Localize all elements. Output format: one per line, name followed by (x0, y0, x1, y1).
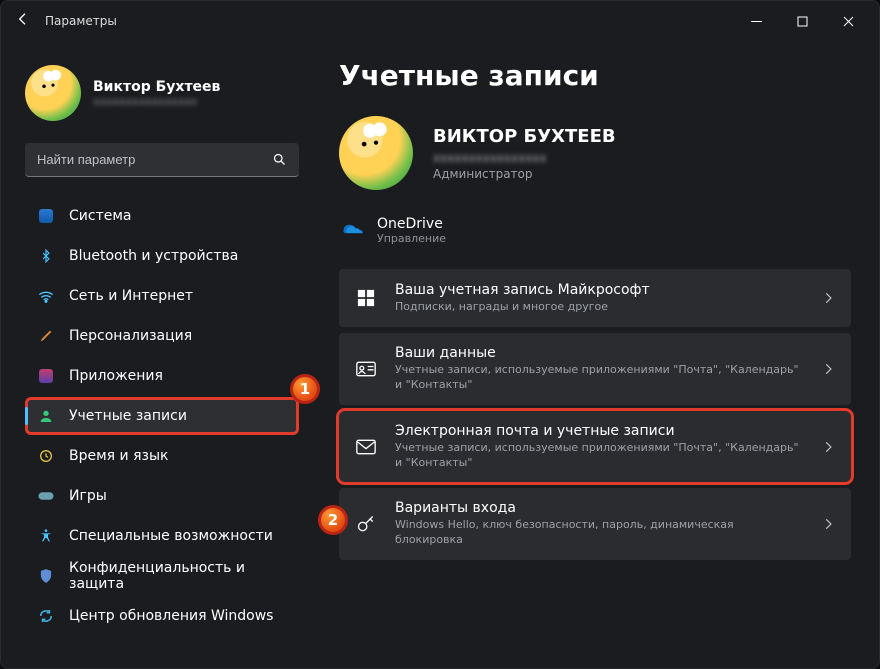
account-role: Администратор (433, 167, 616, 181)
sidebar-item-update[interactable]: Центр обновления Windows (25, 597, 299, 635)
accessibility-icon (37, 527, 55, 545)
main-panel: Учетные записи ВИКТОР БУХТЕЕВ xxxxxxxxxx… (311, 41, 879, 668)
account-hero: ВИКТОР БУХТЕЕВ xxxxxxxxxxxxxxxx Админист… (339, 116, 851, 190)
update-icon (37, 607, 55, 625)
nav-label: Учетные записи (69, 408, 187, 424)
nav-label: Система (69, 208, 131, 224)
card-your-data[interactable]: Ваши данные Учетные записи, используемые… (339, 333, 851, 405)
card-title: Варианты входа (395, 500, 803, 516)
nav-label: Конфиденциальность и защита (69, 560, 287, 592)
back-button[interactable] (15, 11, 31, 31)
card-title: Электронная почта и учетные записи (395, 423, 803, 439)
apps-icon (37, 367, 55, 385)
sidebar-item-apps[interactable]: Приложения (25, 357, 299, 395)
key-icon (355, 513, 377, 535)
window-controls (733, 5, 871, 37)
chevron-right-icon (821, 362, 835, 376)
sidebar-item-accessibility[interactable]: Специальные возможности (25, 517, 299, 555)
avatar-icon (339, 116, 413, 190)
onedrive-sub: Управление (377, 232, 446, 245)
sidebar-item-games[interactable]: Игры (25, 477, 299, 515)
profile-name: Виктор Бухтеев (93, 79, 220, 95)
sidebar-item-system[interactable]: Система (25, 197, 299, 235)
sidebar-item-bluetooth[interactable]: Bluetooth и устройства (25, 237, 299, 275)
sidebar-item-time[interactable]: Время и язык (25, 437, 299, 475)
bluetooth-icon (37, 247, 55, 265)
id-icon (355, 358, 377, 380)
grid-icon (355, 287, 377, 309)
card-sub: Windows Hello, ключ безопасности, пароль… (395, 518, 803, 548)
profile-block[interactable]: Виктор Бухтеев xxxxxxxxxxxxxxxx (25, 65, 299, 121)
nav-label: Bluetooth и устройства (69, 248, 238, 264)
nav-label: Центр обновления Windows (69, 608, 273, 624)
account-email: xxxxxxxxxxxxxxxx (433, 151, 616, 165)
titlebar: Параметры (1, 1, 879, 41)
card-sub: Учетные записи, используемые приложениям… (395, 363, 803, 393)
close-button[interactable] (825, 5, 871, 37)
sidebar-item-privacy[interactable]: Конфиденциальность и защита (25, 557, 299, 595)
maximize-button[interactable] (779, 5, 825, 37)
card-email-accounts[interactable]: Электронная почта и учетные записи Учетн… (339, 411, 851, 483)
content: Виктор Бухтеев xxxxxxxxxxxxxxxx Система … (1, 41, 879, 668)
display-icon (37, 207, 55, 225)
nav-label: Специальные возможности (69, 528, 273, 544)
card-signin-options[interactable]: Варианты входа Windows Hello, ключ безоп… (339, 488, 851, 560)
clock-icon (37, 447, 55, 465)
account-name: ВИКТОР БУХТЕЕВ (433, 126, 616, 147)
nav-label: Сеть и Интернет (69, 288, 193, 304)
brush-icon (37, 327, 55, 345)
chevron-right-icon (821, 440, 835, 454)
window-title: Параметры (45, 14, 117, 28)
settings-cards: Ваша учетная запись Майкрософт Подписки,… (339, 269, 851, 560)
sidebar-item-accounts[interactable]: Учетные записи (25, 397, 299, 435)
card-title: Ваша учетная запись Майкрософт (395, 282, 803, 298)
sidebar: Виктор Бухтеев xxxxxxxxxxxxxxxx Система … (1, 41, 311, 668)
onedrive-icon (343, 221, 363, 241)
onedrive-row[interactable]: OneDrive Управление (339, 212, 851, 253)
step-badge-2: 2 (318, 505, 348, 535)
card-sub: Учетные записи, используемые приложениям… (395, 441, 803, 471)
nav-label: Персонализация (69, 328, 192, 344)
mail-icon (355, 436, 377, 458)
wifi-icon (37, 287, 55, 305)
person-icon (37, 407, 55, 425)
profile-email: xxxxxxxxxxxxxxxx (93, 95, 220, 108)
shield-icon (37, 567, 55, 585)
settings-window: Параметры Виктор Бухтеев xxxxxxxxxxxxxxx… (0, 0, 880, 669)
sidebar-item-personalize[interactable]: Персонализация (25, 317, 299, 355)
step-badge-1: 1 (290, 374, 320, 404)
onedrive-label: OneDrive (377, 216, 446, 232)
search-icon (272, 152, 287, 167)
minimize-button[interactable] (733, 5, 779, 37)
gamepad-icon (37, 487, 55, 505)
card-sub: Подписки, награды и многое другое (395, 300, 803, 315)
page-title: Учетные записи (339, 59, 851, 92)
nav-label: Игры (69, 488, 107, 504)
chevron-right-icon (821, 291, 835, 305)
search-box[interactable] (25, 143, 299, 177)
nav-label: Время и язык (69, 448, 168, 464)
nav-label: Приложения (69, 368, 163, 384)
card-title: Ваши данные (395, 345, 803, 361)
search-input[interactable] (37, 152, 272, 167)
avatar-icon (25, 65, 81, 121)
card-ms-account[interactable]: Ваша учетная запись Майкрософт Подписки,… (339, 269, 851, 327)
nav: Система Bluetooth и устройства Сеть и Ин… (25, 197, 299, 635)
chevron-right-icon (821, 517, 835, 531)
sidebar-item-network[interactable]: Сеть и Интернет (25, 277, 299, 315)
